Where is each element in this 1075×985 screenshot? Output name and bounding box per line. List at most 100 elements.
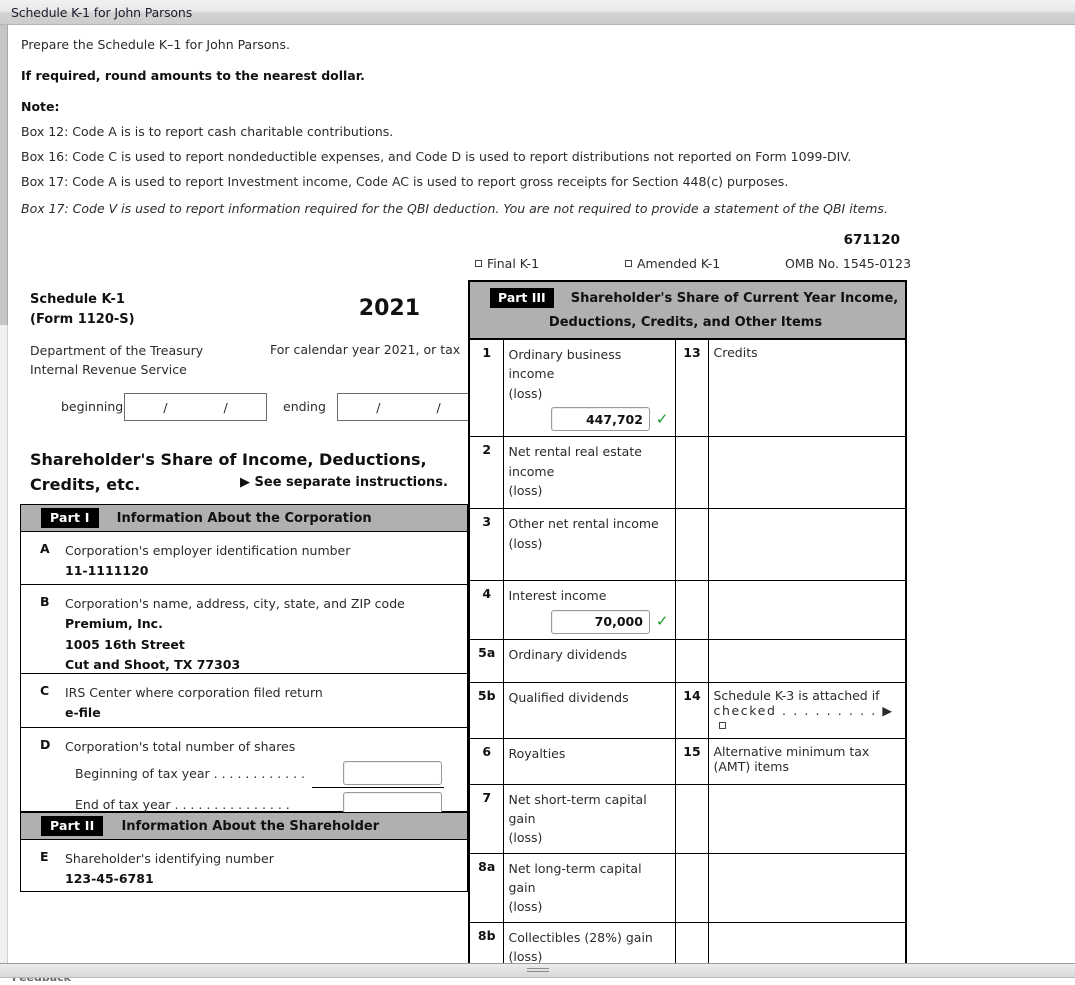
row-label-cell: Net rental real estate income (loss) (502, 436, 676, 510)
see-instructions-link[interactable]: ▶ See separate instructions. (240, 475, 448, 490)
row-number: 3 (470, 508, 504, 582)
row-label-cell-right (707, 508, 905, 582)
ending-label: ending (283, 399, 326, 414)
row-label-cell: Net short-term capital gain (loss) (502, 783, 676, 854)
part1-title: Information About the Corporation (116, 510, 372, 526)
amended-k1-option[interactable]: Amended K-1 (625, 256, 720, 271)
part3-table: 1 Ordinary business income (loss) ✓ 13 (470, 340, 905, 963)
row-label-line1: Net rental real estate income (508, 444, 642, 479)
field-A-letter: A (40, 541, 50, 556)
part1-band: Part I Information About the Corporation (20, 504, 468, 532)
note-box-12: Box 12: Code A is is to report cash char… (21, 124, 394, 139)
check-icon: ✓ (655, 409, 669, 428)
row-number: 1 (470, 340, 504, 438)
shares-beginning-input[interactable] (343, 761, 442, 786)
scrollbar-thumb[interactable] (0, 25, 8, 325)
table-row: 6 Royalties 15 Alternative minimum tax (… (470, 737, 905, 785)
row-label-line1: Net long-term capital gain (508, 860, 642, 895)
field-B-label: Corporation's name, address, city, state… (65, 596, 405, 611)
field-C-letter: C (40, 683, 50, 698)
internal-revenue-service: Internal Revenue Service (30, 361, 187, 377)
row-label-line1: Collectibles (28%) gain (508, 929, 653, 945)
note-box-16: Box 16: Code C is used to report nondedu… (21, 149, 852, 164)
beginning-label: beginning (61, 399, 124, 414)
row-number-right (674, 921, 709, 963)
field-B-city-state-zip: Cut and Shoot, TX 77303 (65, 656, 241, 672)
row-label-cell: Royalties (502, 737, 676, 785)
table-row: 8b Collectibles (28%) gain (loss) (470, 921, 905, 963)
tax-year: 2021 (358, 296, 420, 321)
row-label-line2: (loss) (508, 482, 543, 498)
row-label-cell-right (707, 852, 905, 923)
shares-beginning-underline (312, 787, 444, 789)
interest-income-input[interactable] (550, 609, 650, 634)
field-C-value: e-file (65, 705, 101, 721)
form-subtitle: (Form 1120-S) (30, 312, 135, 328)
final-k1-checkbox-icon[interactable] (475, 260, 482, 267)
shares-beginning-row: Beginning of tax year . . . . . . . . . … (65, 760, 467, 791)
row-amount-wrap: ✓ (509, 407, 671, 432)
row-label-cell: Interest income ✓ (502, 580, 676, 640)
amended-k1-checkbox-icon[interactable] (625, 260, 632, 267)
beginning-date-field[interactable]: / / (124, 393, 267, 421)
row-label-cell: Collectibles (28%) gain (loss) (502, 921, 676, 963)
row-label-cell: Ordinary business income (loss) ✓ (502, 340, 676, 438)
amended-k1-label: Amended K-1 (637, 256, 721, 271)
part2-title: Information About the Shareholder (121, 818, 380, 834)
table-row: 5a Ordinary dividends (470, 638, 905, 683)
ending-date-field[interactable]: / / (337, 393, 480, 421)
part3-title-line1: Shareholder's Share of Current Year Inco… (570, 290, 899, 306)
row-right-line1: Alternative minimum tax (713, 743, 870, 759)
row-number: 8a (470, 852, 504, 923)
final-k1-option[interactable]: Final K-1 (475, 256, 539, 271)
row-right-line1: Credits (713, 345, 758, 360)
row-label-line1: Ordinary business income (508, 347, 622, 382)
form-left-column: Schedule K-1 (Form 1120-S) 2021 Departme… (20, 280, 480, 892)
feedback-label: Feedback (12, 978, 71, 984)
field-B-corp-name: Premium, Inc. (65, 616, 163, 632)
part3-header: Part III Shareholder's Share of Current … (470, 282, 905, 340)
row-number: 2 (470, 436, 504, 510)
row-number-right (674, 508, 709, 582)
row-label-cell-right (707, 436, 905, 510)
note-label: Note: (21, 99, 60, 114)
row-label-line1: Royalties (508, 745, 566, 761)
row-label-line1: Interest income (508, 588, 607, 604)
part3-table-body: 1 Ordinary business income (loss) ✓ 13 (470, 340, 905, 963)
ordinary-business-income-input[interactable] (550, 407, 650, 432)
field-D-letter: D (40, 737, 51, 752)
row-number: 4 (470, 580, 504, 640)
row-number: 5b (470, 681, 504, 739)
field-E-letter: E (40, 849, 49, 864)
form-header-block: Schedule K-1 (Form 1120-S) 2021 (20, 280, 468, 342)
row-label-line1: Net short-term capital gain (508, 791, 647, 826)
panel-splitter[interactable] (0, 963, 1075, 978)
department-treasury: Department of the Treasury (30, 343, 204, 358)
table-row: 7 Net short-term capital gain (loss) (470, 783, 905, 854)
form-number: 671120 (843, 232, 900, 248)
schedule-k3-checked-row: checked . . . . . . . . . ▶ (714, 703, 902, 733)
schedule-heading: Schedule K-1 (Form 1120-S) (30, 290, 135, 330)
row-number-right (674, 783, 709, 854)
field-A-label: Corporation's employer identification nu… (65, 543, 351, 558)
row-number-right (674, 436, 709, 510)
row-label-line2: (loss) (508, 385, 543, 401)
shares-beginning-label: Beginning of tax year . . . . . . . . . … (75, 766, 306, 782)
share-title-line1: Shareholder's Share of Income, Deduction… (30, 450, 427, 469)
row-amount-wrap: ✓ (509, 609, 671, 634)
application-window: Schedule K-1 for John Parsons Prepare th… (0, 0, 1075, 985)
row-right-line2: (AMT) items (713, 758, 789, 774)
row-number-right (674, 580, 709, 640)
part1-tag: Part I (41, 508, 99, 528)
splitter-grip-icon[interactable] (526, 968, 549, 974)
vertical-scrollbar[interactable] (0, 25, 8, 963)
table-row: 2 Net rental real estate income (loss) (470, 436, 905, 510)
row-number: 7 (470, 783, 504, 854)
field-C-label: IRS Center where corporation filed retur… (65, 685, 323, 700)
schedule-title: Schedule K-1 (30, 292, 125, 307)
window-titlebar: Schedule K-1 for John Parsons (0, 0, 1075, 25)
schedule-k3-checkbox-icon[interactable] (718, 721, 726, 729)
window-title: Schedule K-1 for John Parsons (11, 4, 193, 20)
row-number: 5a (470, 638, 504, 683)
row-label-cell-right: Schedule K-3 is attached if checked . . … (707, 681, 905, 739)
